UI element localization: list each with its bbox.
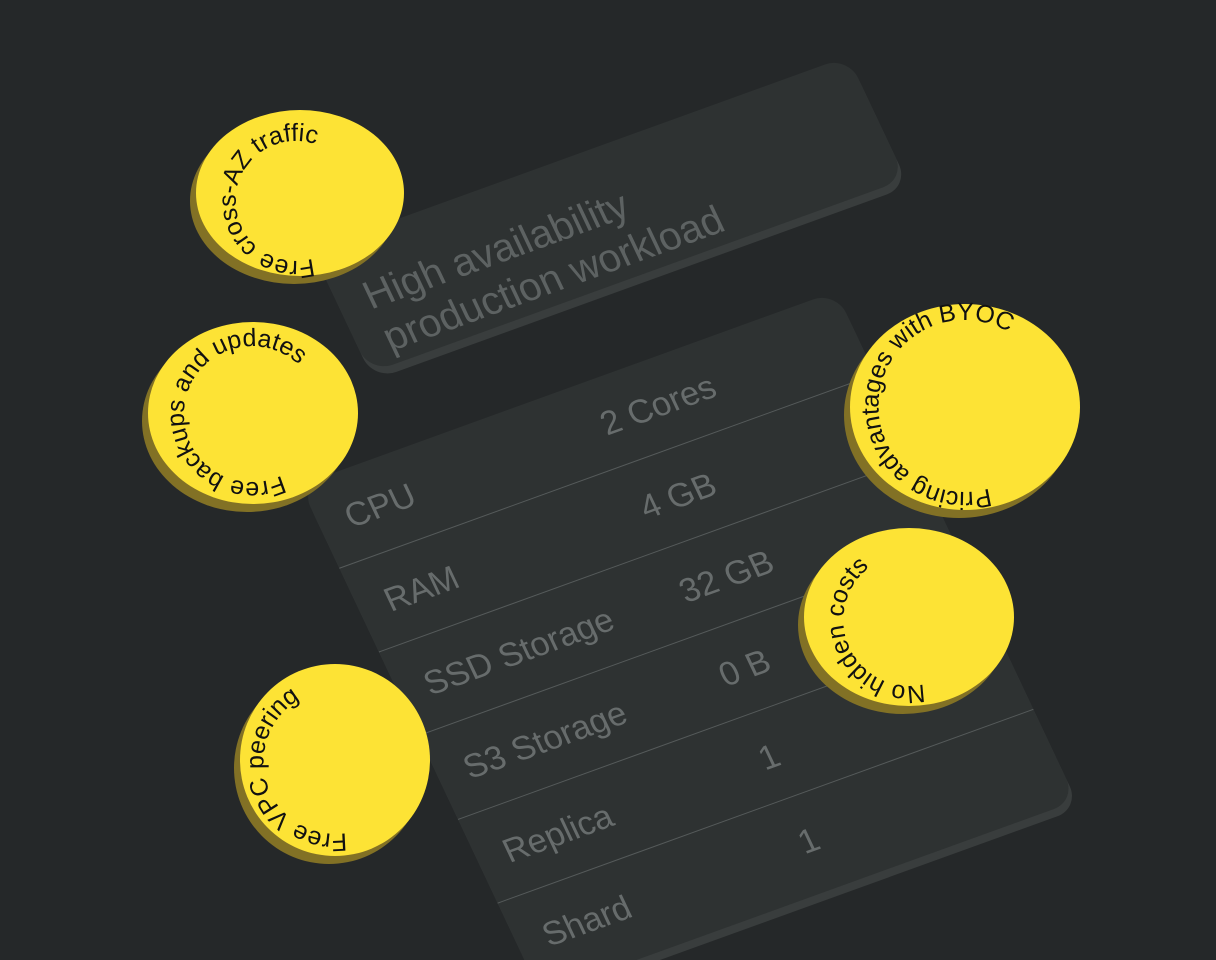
coin-no-hidden-costs-graphic: No hidden costs [787, 549, 955, 737]
coin-byoc-pricing-label: Pricing advantages with BYOC [818, 267, 1095, 550]
spec-value: 1 [752, 736, 787, 778]
spec-value: 0 B [712, 642, 778, 695]
plan-title: High availability production workload [355, 183, 732, 360]
spec-value: 2 Cores [594, 367, 723, 444]
coin-no-hidden-costs: No hidden costs [787, 528, 1014, 737]
coin-cross-az-traffic-graphic: Free cross-AZ traffic [185, 101, 386, 311]
spec-value: 32 GB [673, 543, 781, 611]
coin-byoc-pricing-graphic: Pricing advantages with BYOC [818, 267, 1095, 550]
spec-label: Replica [496, 797, 620, 871]
coin-free-backups-label: Free backups and updates [129, 293, 372, 537]
coin-byoc-pricing: Pricing advantages with BYOC [818, 267, 1095, 550]
coin-free-vpc-peering: Free VPC peering [215, 664, 430, 881]
coin-cross-az-traffic: Free cross-AZ traffic [185, 101, 404, 311]
coin-free-backups: Free backups and updates [129, 293, 372, 537]
spec-label: RAM [377, 558, 466, 620]
spec-value: 1 [791, 820, 826, 862]
spec-label: Shard [536, 888, 638, 955]
coin-free-vpc-peering-graphic: Free VPC peering [215, 678, 357, 880]
coin-free-backups-graphic: Free backups and updates [129, 293, 372, 537]
spec-value: 4 GB [633, 465, 723, 527]
